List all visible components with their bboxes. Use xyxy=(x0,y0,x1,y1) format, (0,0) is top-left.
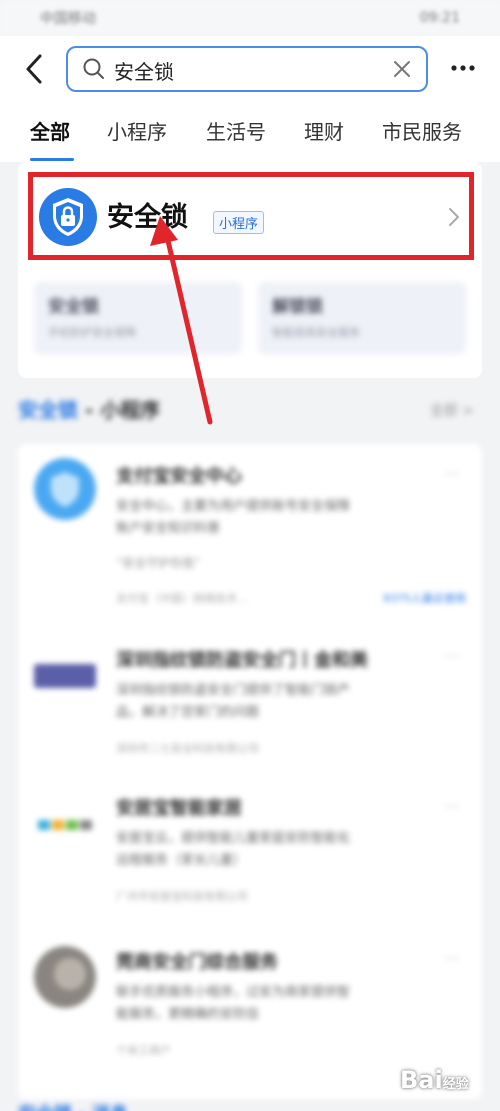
section-more-link[interactable]: 全部 > xyxy=(430,400,474,420)
related-card-2[interactable]: 解锁锁 智能锁具安全服务 xyxy=(258,282,466,354)
list-item-developer: 个体工商户 xyxy=(116,1044,171,1057)
time-text: 09:21 xyxy=(419,10,460,26)
tab-all[interactable]: 全部 xyxy=(30,116,70,145)
list-item-desc: 账户安全知识科普 xyxy=(116,521,221,536)
watermark-text: Bai xyxy=(400,1066,443,1094)
top-result-mini-program[interactable]: 安全锁 小程序 xyxy=(28,172,474,260)
list-item-title: 深圳指纹锁防盗安全门丨金和美 xyxy=(116,650,368,671)
watermark-suffix: 经验 xyxy=(442,1077,469,1092)
tab-life-accounts[interactable]: 生活号 xyxy=(206,116,266,145)
related-card-desc: 手机防护安全保障 xyxy=(48,326,136,339)
related-card-desc: 智能锁具安全服务 xyxy=(272,326,360,339)
carrier-text: 中国移动 xyxy=(40,11,96,27)
list-item-desc: 联手优质服务小程序，过安为商家提供智 xyxy=(116,985,351,1000)
section-heading-keyword: 安全锁 xyxy=(18,398,78,422)
related-card-title: 解锁锁 xyxy=(272,297,323,317)
section-heading-suffix: - 小程序 xyxy=(78,398,161,422)
chevron-right-icon xyxy=(449,208,459,226)
list-item-quote: “安全守护你我” xyxy=(116,556,201,570)
list-item-developer: 深圳市二七安全科技有限公司 xyxy=(116,742,259,755)
list-item-usage: 9375人最近使用 xyxy=(383,592,466,605)
search-icon xyxy=(83,58,104,79)
related-card-title: 安全锁 xyxy=(48,297,99,317)
search-header: 安全锁 xyxy=(0,36,500,102)
search-input[interactable]: 安全锁 xyxy=(66,46,428,92)
related-card-1[interactable]: 安全锁 手机防护安全保障 xyxy=(34,282,242,354)
tab-citizen-services[interactable]: 市民服务 xyxy=(382,116,462,145)
smart-home-logo-icon xyxy=(38,820,92,830)
clear-icon[interactable] xyxy=(392,59,412,79)
list-item-desc: 远程服务（家长儿童） xyxy=(116,853,247,868)
list-item-title: 莞商安全门综合服务 xyxy=(116,952,278,973)
search-query-text: 安全锁 xyxy=(114,60,174,84)
baidu-watermark: Bai经验 xyxy=(400,1066,469,1094)
more-dots-icon[interactable]: ⋯ xyxy=(444,948,460,967)
list-item-desc: 能服务，更精确的安防信 xyxy=(116,1007,260,1022)
list-item-desc: 安居宝云，提供智能儿童家庭安防智能化 xyxy=(116,831,351,846)
list-item-title: 安居宝智能家居 xyxy=(116,798,242,819)
active-tab-indicator xyxy=(30,158,74,161)
status-bar: 中国移动 09:21 xyxy=(0,0,500,36)
more-dots-icon[interactable]: ⋯ xyxy=(444,464,460,483)
list-item-desc: 安全中心，主要为用户提供账号安全保障 xyxy=(116,499,351,514)
messages-section-heading: 安全锁 - 消息 xyxy=(18,1100,128,1111)
category-tabs: 全部 小程序 生活号 理财 市民服务 xyxy=(0,102,500,162)
door-lock-logo-icon xyxy=(34,664,96,688)
shield-lock-icon xyxy=(39,188,97,246)
more-options-icon[interactable] xyxy=(448,58,478,78)
list-item-title: 支付宝安全中心 xyxy=(116,466,242,487)
mini-program-badge: 小程序 xyxy=(213,211,265,234)
section-heading: 安全锁 - 小程序 xyxy=(18,394,160,423)
more-dots-icon[interactable]: ⋯ xyxy=(444,646,460,665)
list-item-desc: 深圳指纹锁防盗安全门提供了智能门锁产 xyxy=(116,683,351,698)
mini-program-list: 支付宝安全中心 ⋯ 安全中心，主要为用户提供账号安全保障 账户安全知识科普 “安… xyxy=(18,444,482,1099)
top-result-name: 安全锁 xyxy=(107,202,188,233)
security-door-photo-icon xyxy=(34,946,96,1008)
tab-mini-programs[interactable]: 小程序 xyxy=(107,116,167,145)
list-item-developer: 支付宝（中国）网络技术... xyxy=(116,592,248,605)
back-chevron-icon[interactable] xyxy=(20,52,48,86)
more-dots-icon[interactable]: ⋯ xyxy=(444,796,460,815)
shield-icon xyxy=(34,458,96,520)
list-item-desc: 品，解决了您家门的问题 xyxy=(116,705,260,720)
tab-finance[interactable]: 理财 xyxy=(304,116,344,145)
list-item-developer: 广州市安居宝科技有限公司 xyxy=(116,890,248,903)
